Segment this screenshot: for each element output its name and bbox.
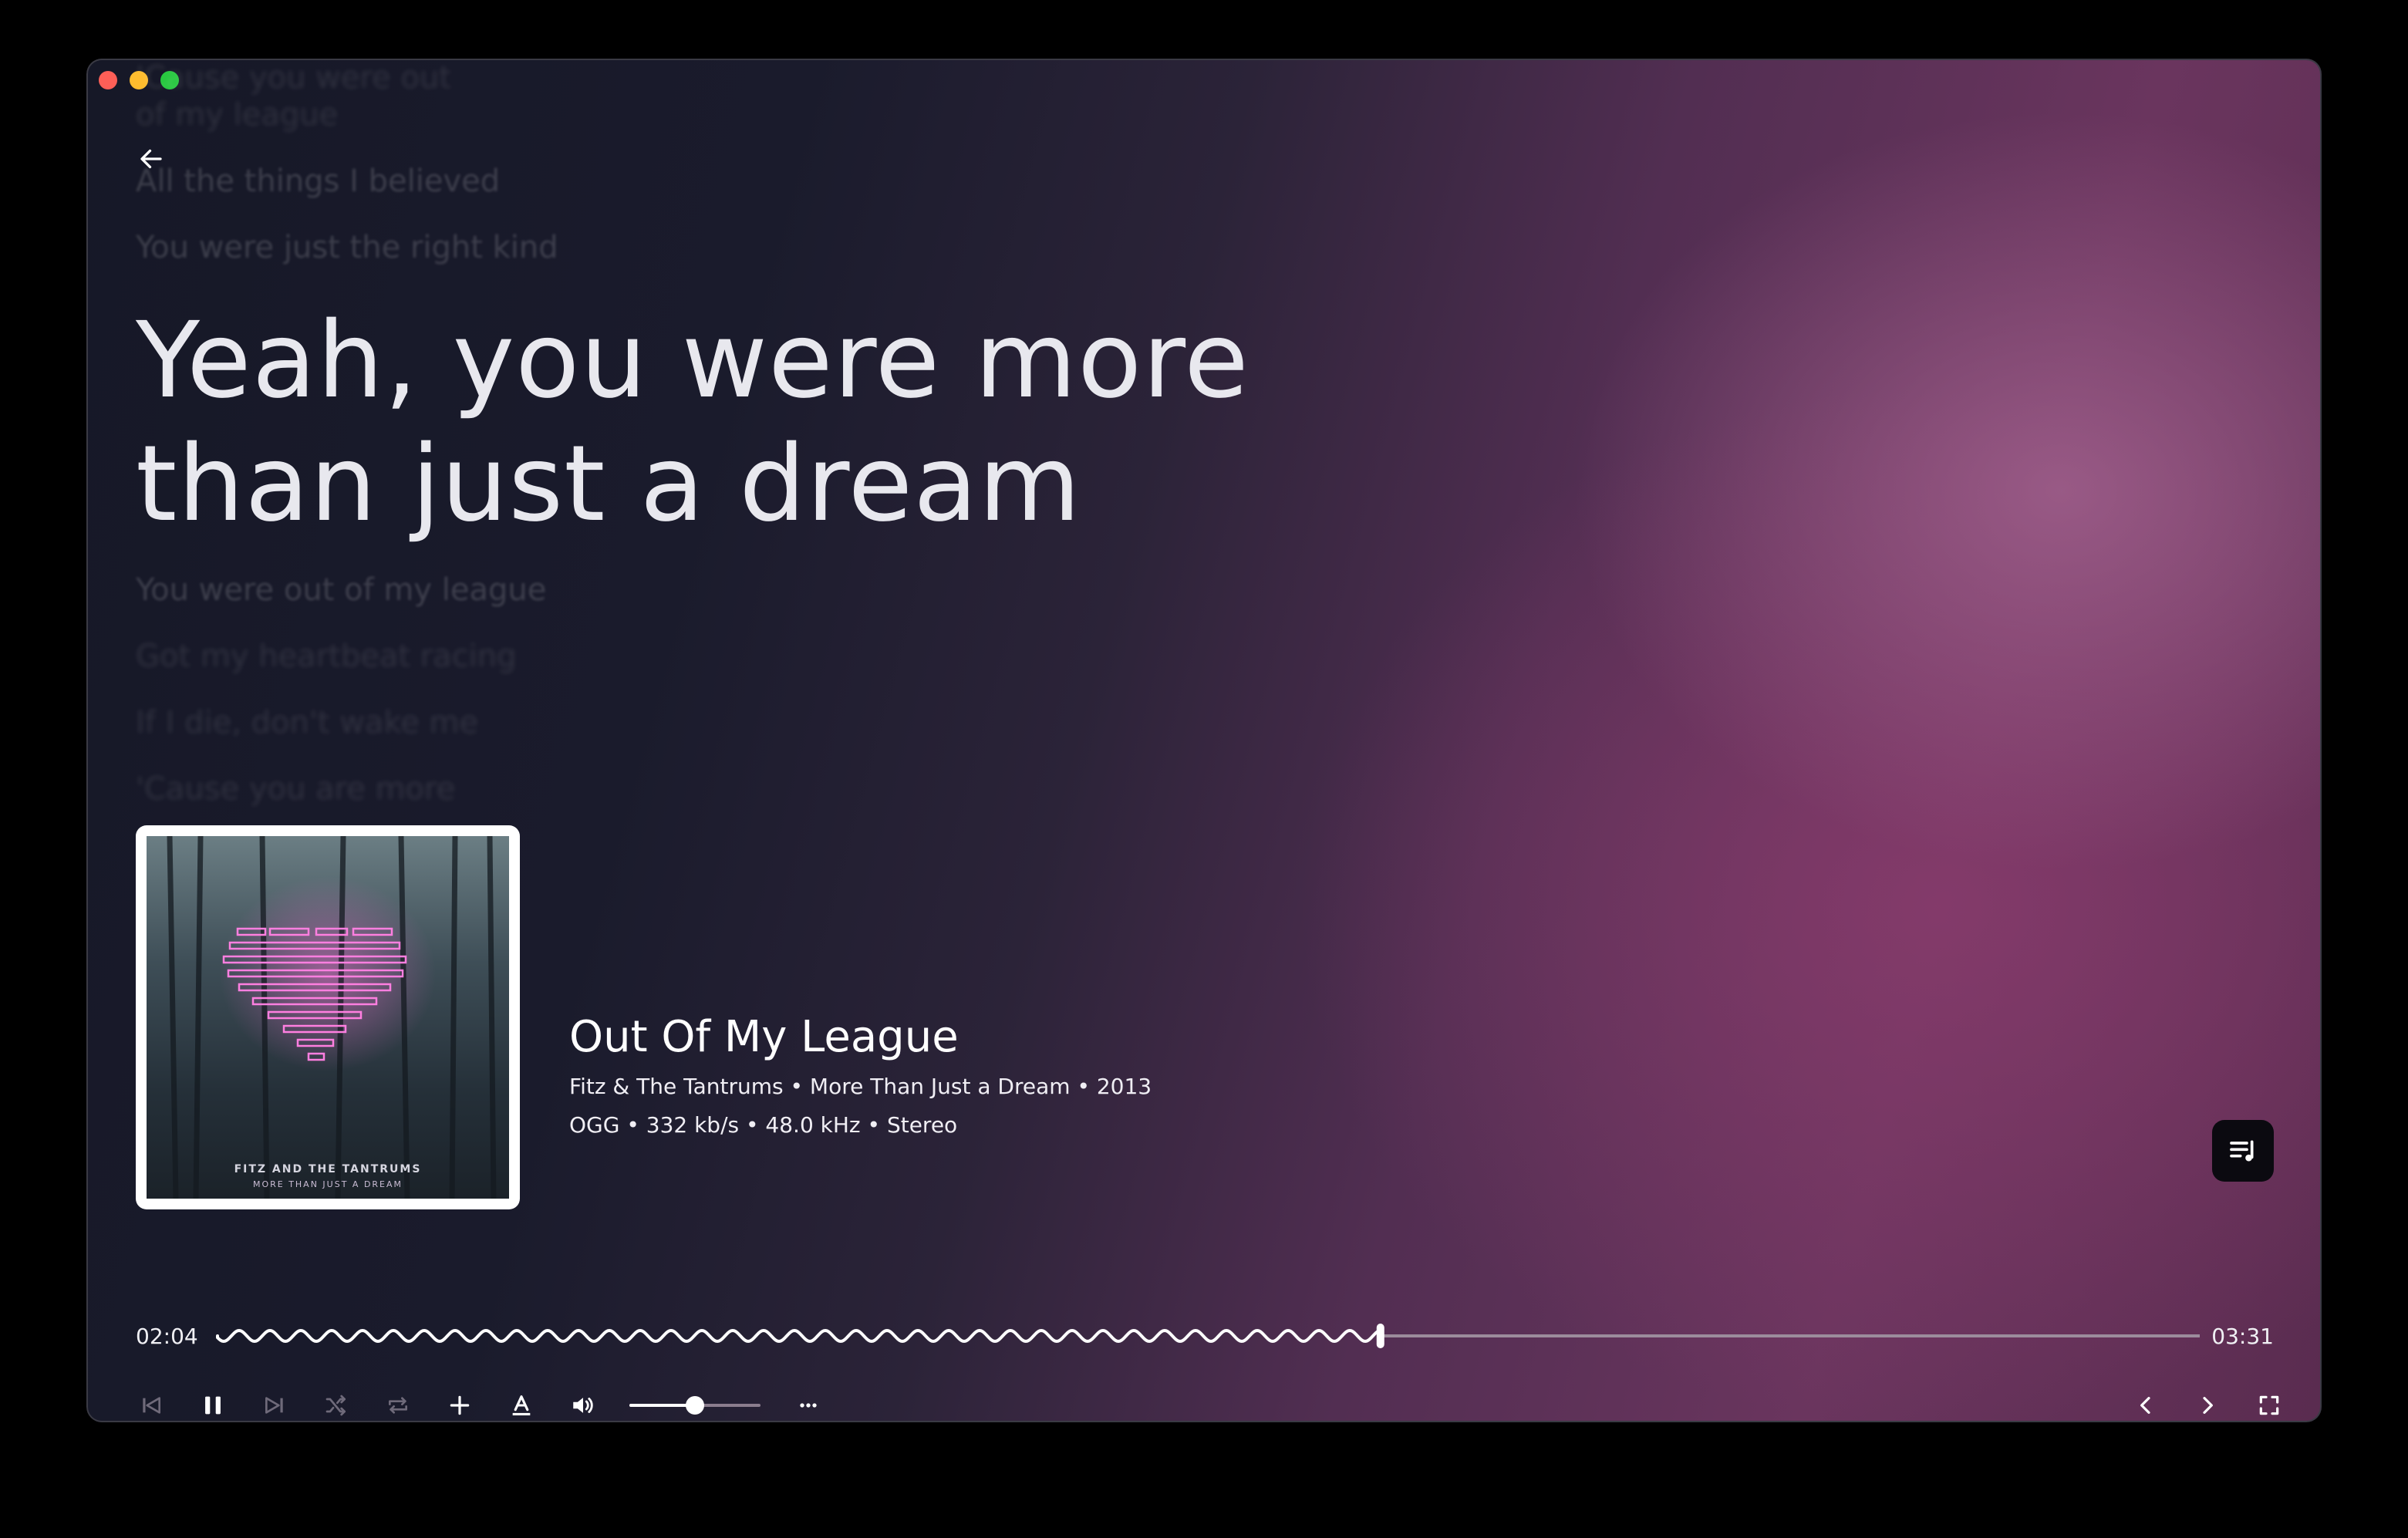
shuffle-button[interactable]: [313, 1382, 359, 1422]
audio-format-info: OGG • 332 kb/s • 48.0 kHz • Stereo: [569, 1112, 958, 1138]
chevron-right-icon: [2203, 1397, 2213, 1414]
cover-band-name: FITZ AND THE TANTRUMS: [234, 1163, 422, 1175]
plus-icon: [450, 1395, 470, 1415]
back-button[interactable]: [128, 136, 174, 182]
album-art: FITZ AND THE TANTRUMS MORE THAN JUST A D…: [147, 836, 509, 1199]
navigate-forward-button[interactable]: [2184, 1382, 2231, 1422]
shuffle-icon: [325, 1395, 346, 1416]
lyric-line[interactable]: You were out of my league: [136, 572, 546, 608]
previous-button[interactable]: [128, 1382, 174, 1422]
lyric-line[interactable]: If I die, don't wake me: [136, 705, 478, 740]
album-cover[interactable]: FITZ AND THE TANTRUMS MORE THAN JUST A D…: [136, 825, 520, 1209]
lyric-line[interactable]: All the things I believed: [136, 164, 500, 199]
more-options-button[interactable]: [785, 1382, 831, 1422]
lyric-line[interactable]: 'Cause you are more: [136, 771, 455, 807]
add-to-playlist-button[interactable]: [437, 1382, 483, 1422]
player-window: 'Cause you were out of my league All the…: [86, 59, 2322, 1422]
cover-album-name: MORE THAN JUST A DREAM: [252, 1179, 403, 1189]
arrow-left-icon: [140, 149, 162, 169]
skip-next-icon: [265, 1397, 283, 1414]
lyric-line[interactable]: Got my heartbeat racing: [136, 639, 517, 674]
repeat-button[interactable]: [375, 1382, 421, 1422]
lyric-line[interactable]: 'Cause you were out: [136, 60, 451, 96]
total-duration: 03:31: [2211, 1324, 2274, 1349]
track-title: Out Of My League: [569, 1012, 959, 1062]
queue-button[interactable]: [2212, 1120, 2274, 1182]
lyric-line[interactable]: You were just the right kind: [136, 230, 558, 265]
progress-bar[interactable]: [216, 1314, 2200, 1358]
volume-icon: [573, 1398, 593, 1413]
chevron-left-icon: [2140, 1397, 2150, 1414]
lyrics-style-button[interactable]: [498, 1382, 545, 1422]
progress-played-wave: [216, 1328, 1381, 1344]
lyric-line[interactable]: of my league: [136, 97, 338, 133]
progress-thumb: [1376, 1324, 1384, 1348]
fullscreen-button[interactable]: [2246, 1382, 2292, 1422]
repeat-icon: [389, 1397, 407, 1414]
volume-knob: [686, 1396, 704, 1415]
skip-previous-icon: [143, 1397, 160, 1414]
pause-icon: [205, 1396, 221, 1415]
current-lyric[interactable]: Yeah, you were more than just a dream: [136, 299, 1293, 546]
next-button[interactable]: [251, 1382, 298, 1422]
volume-slider[interactable]: [629, 1382, 761, 1422]
close-window-button[interactable]: [99, 71, 117, 89]
navigate-back-button[interactable]: [2123, 1382, 2169, 1422]
fullscreen-icon: [2259, 1395, 2279, 1415]
more-icon: [800, 1403, 817, 1408]
pause-button[interactable]: [190, 1382, 236, 1422]
elapsed-time: 02:04: [136, 1324, 198, 1349]
text-format-icon: [512, 1395, 531, 1416]
mute-button[interactable]: [560, 1382, 606, 1422]
queue-list-icon: [2230, 1140, 2254, 1162]
track-details[interactable]: Fitz & The Tantrums • More Than Just a D…: [569, 1074, 1152, 1099]
forest-heart-artwork: [167, 836, 497, 1199]
